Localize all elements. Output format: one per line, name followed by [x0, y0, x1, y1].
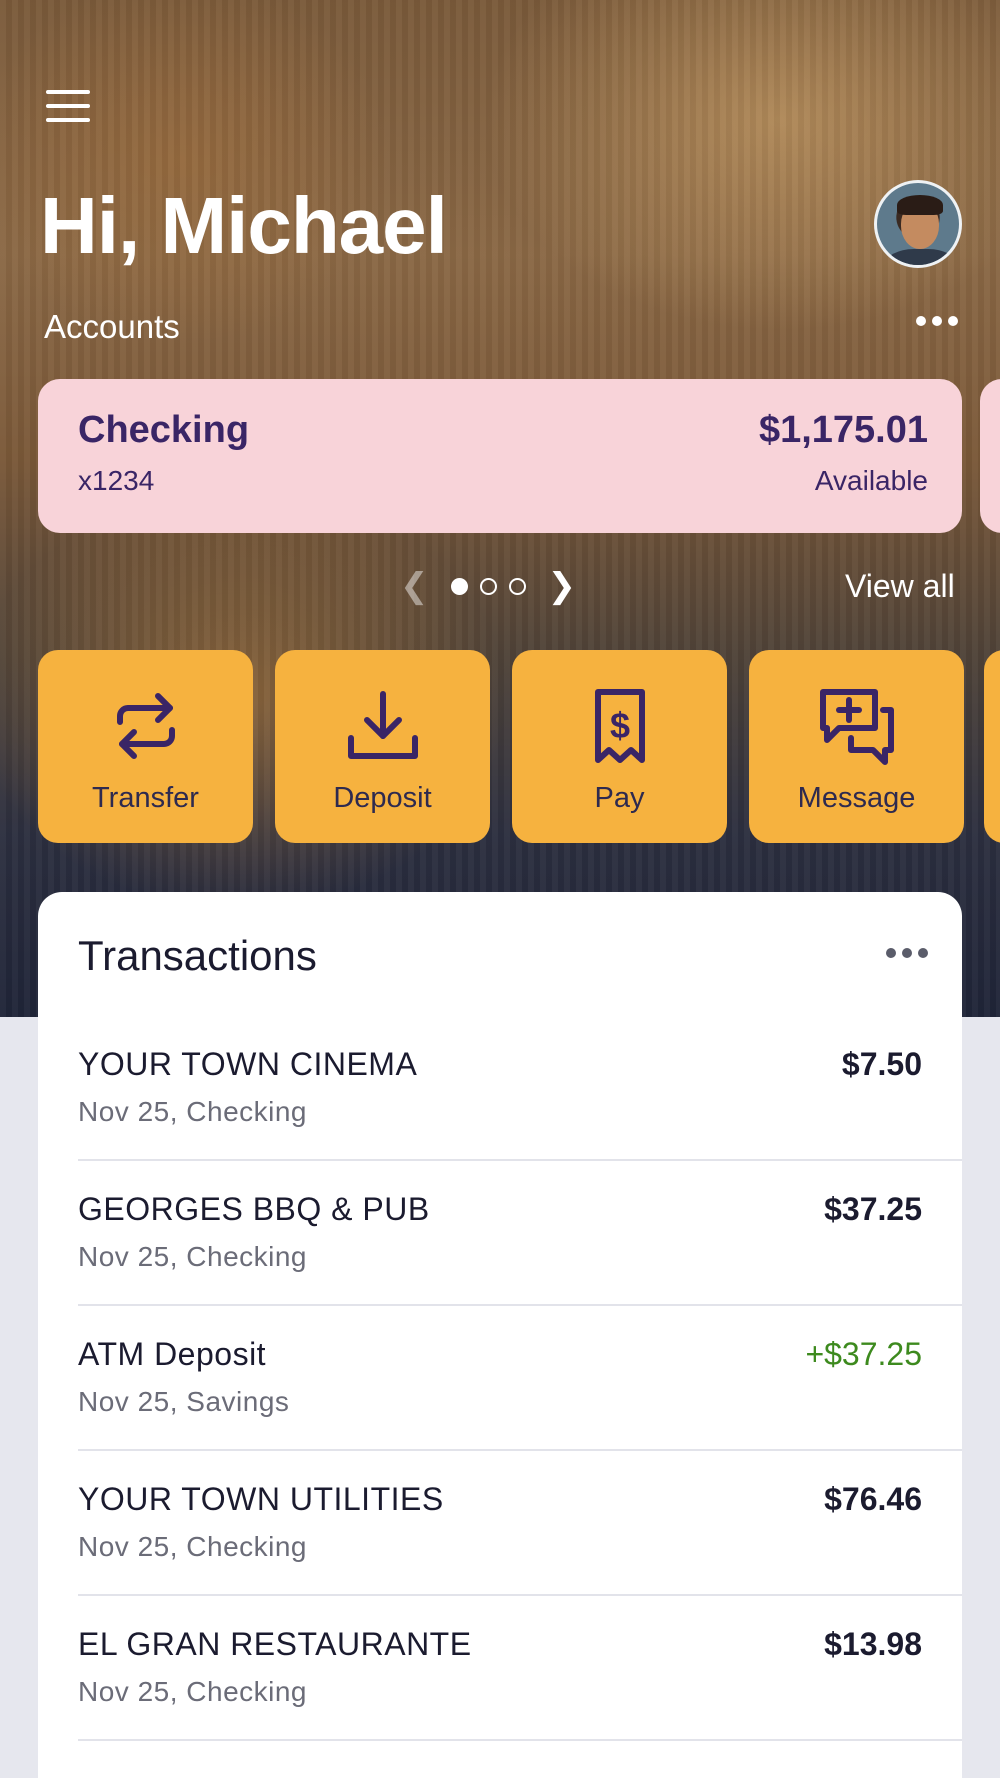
- transaction-amount: $37.25: [824, 1191, 922, 1227]
- transactions-list: YOUR TOWN CINEMA Nov 25, Checking $7.50 …: [78, 1016, 962, 1741]
- transactions-more-icon[interactable]: [886, 948, 928, 958]
- chevron-right-icon[interactable]: ❯: [548, 566, 577, 606]
- message-icon: [819, 689, 894, 765]
- transaction-meta: Nov 25, Checking: [78, 1096, 308, 1127]
- account-number: x1234: [78, 465, 155, 496]
- account-pager: ❮ ❯: [400, 566, 576, 606]
- transaction-merchant: GEORGES BBQ & PUB: [78, 1191, 430, 1227]
- transaction-meta: Nov 25, Checking: [78, 1241, 308, 1272]
- transaction-row[interactable]: ATM Deposit Nov 25, Savings +$37.25: [78, 1306, 962, 1451]
- transaction-merchant: YOUR TOWN UTILITIES: [78, 1481, 444, 1517]
- avatar[interactable]: [874, 180, 962, 268]
- pay-button[interactable]: $ Pay: [512, 650, 727, 843]
- account-name: Checking: [78, 409, 250, 451]
- quick-actions: Transfer Deposit $ Pay Message: [38, 650, 964, 843]
- accounts-more-icon[interactable]: [916, 316, 958, 326]
- page-dot[interactable]: [479, 577, 497, 595]
- transaction-merchant: ATM Deposit: [78, 1336, 267, 1372]
- transfer-label: Transfer: [92, 782, 199, 814]
- transaction-row[interactable]: YOUR TOWN CINEMA Nov 25, Checking $7.50: [78, 1016, 962, 1161]
- deposit-button[interactable]: Deposit: [275, 650, 490, 843]
- account-balance-label: Available: [814, 465, 928, 496]
- action-next[interactable]: [984, 650, 1000, 843]
- page-dot[interactable]: [450, 577, 468, 595]
- deposit-icon: [347, 691, 418, 759]
- transaction-meta: Nov 25, Checking: [78, 1531, 308, 1562]
- transaction-row[interactable]: GEORGES BBQ & PUB Nov 25, Checking $37.2…: [78, 1161, 962, 1306]
- transaction-amount: $7.50: [841, 1046, 922, 1082]
- menu-icon[interactable]: [46, 90, 90, 122]
- transaction-amount: $13.98: [824, 1626, 922, 1662]
- page-dot[interactable]: [508, 577, 526, 595]
- message-label: Message: [797, 782, 916, 814]
- chevron-left-icon[interactable]: ❮: [400, 566, 429, 606]
- transaction-amount: $76.46: [824, 1481, 922, 1517]
- transaction-row[interactable]: YOUR TOWN UTILITIES Nov 25, Checking $76…: [78, 1451, 962, 1596]
- transactions-panel: Transactions YOUR TOWN CINEMA Nov 25, Ch…: [38, 892, 962, 1778]
- transaction-merchant: YOUR TOWN CINEMA: [78, 1046, 418, 1082]
- transfer-button[interactable]: Transfer: [38, 650, 253, 843]
- account-card-checking[interactable]: Checking x1234 $1,175.01 Available: [38, 379, 962, 533]
- pay-label: Pay: [594, 782, 645, 814]
- account-card-next[interactable]: [980, 379, 1000, 533]
- deposit-label: Deposit: [333, 782, 432, 814]
- transaction-amount: +$37.25: [805, 1336, 922, 1372]
- accounts-label: Accounts: [44, 308, 180, 345]
- transfer-icon: [116, 693, 175, 759]
- message-button[interactable]: Message: [749, 650, 964, 843]
- transactions-title: Transactions: [78, 932, 317, 979]
- transaction-row[interactable]: EL GRAN RESTAURANTE Nov 25, Checking $13…: [78, 1596, 962, 1741]
- transaction-meta: Nov 25, Checking: [78, 1676, 308, 1707]
- view-all-link[interactable]: View all: [845, 568, 955, 605]
- account-balance: $1,175.01: [758, 409, 928, 451]
- transaction-meta: Nov 25, Savings: [78, 1386, 290, 1417]
- greeting: Hi, Michael: [40, 181, 448, 270]
- pay-icon: $: [594, 689, 645, 763]
- transaction-merchant: EL GRAN RESTAURANTE: [78, 1626, 472, 1662]
- svg-text:$: $: [609, 705, 629, 746]
